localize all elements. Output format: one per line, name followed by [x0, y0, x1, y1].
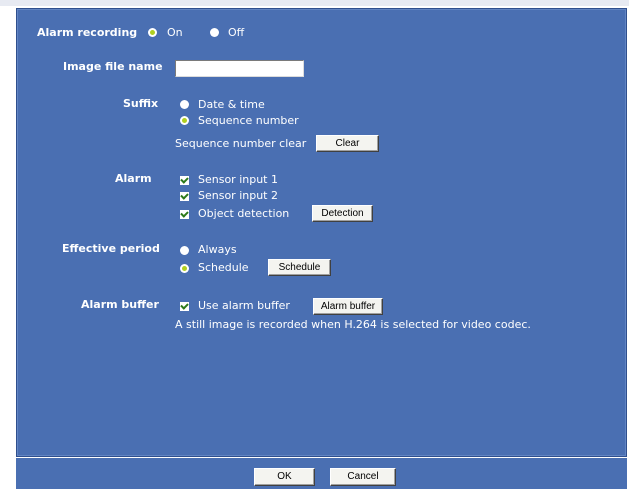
sensor-input-2-label[interactable]: Sensor input 2 [198, 189, 278, 202]
alarm-recording-off-label[interactable]: Off [228, 26, 244, 39]
object-detection-checkbox[interactable] [180, 210, 189, 219]
sensor-input-2-checkbox[interactable] [180, 192, 189, 201]
sensor-input-1-checkbox[interactable] [180, 176, 189, 185]
suffix-sequence-number-label[interactable]: Sequence number [198, 114, 299, 127]
image-file-name-input[interactable] [175, 60, 304, 77]
sequence-number-clear-label: Sequence number clear [175, 137, 307, 150]
alarm-recording-label: Alarm recording [37, 26, 138, 39]
image-file-name-label: Image file name [63, 60, 163, 73]
sensor-input-1-label[interactable]: Sensor input 1 [198, 173, 278, 186]
alarm-buffer-note: A still image is recorded when H.264 is … [175, 318, 531, 331]
alarm-recording-on-radio[interactable] [148, 28, 157, 37]
alarm-buffer-label: Alarm buffer [81, 298, 159, 311]
footer-bar: OK Cancel [16, 458, 627, 489]
object-detection-label[interactable]: Object detection [198, 207, 289, 220]
effective-period-always-label[interactable]: Always [198, 243, 237, 256]
effective-period-schedule-label[interactable]: Schedule [198, 261, 249, 274]
use-alarm-buffer-label[interactable]: Use alarm buffer [198, 299, 290, 312]
effective-period-always-radio[interactable] [180, 246, 189, 255]
alarm-recording-on-label[interactable]: On [167, 26, 183, 39]
schedule-button[interactable]: Schedule [268, 259, 331, 276]
ok-button[interactable]: OK [254, 468, 315, 486]
detection-button[interactable]: Detection [312, 205, 373, 222]
alarm-buffer-button[interactable]: Alarm buffer [313, 298, 383, 315]
cancel-button[interactable]: Cancel [330, 468, 396, 486]
top-strip [0, 0, 629, 6]
use-alarm-buffer-checkbox[interactable] [180, 302, 189, 311]
alarm-recording-off-radio[interactable] [210, 28, 219, 37]
effective-period-label: Effective period [62, 242, 160, 255]
suffix-label: Suffix [123, 97, 159, 110]
suffix-sequence-number-radio[interactable] [180, 116, 189, 125]
clear-button[interactable]: Clear [316, 135, 379, 152]
settings-panel: Alarm recording On Off Image file name S… [16, 8, 627, 457]
suffix-date-time-label[interactable]: Date & time [198, 98, 265, 111]
effective-period-schedule-radio[interactable] [180, 264, 189, 273]
alarm-label: Alarm [115, 172, 152, 185]
suffix-date-time-radio[interactable] [180, 100, 189, 109]
